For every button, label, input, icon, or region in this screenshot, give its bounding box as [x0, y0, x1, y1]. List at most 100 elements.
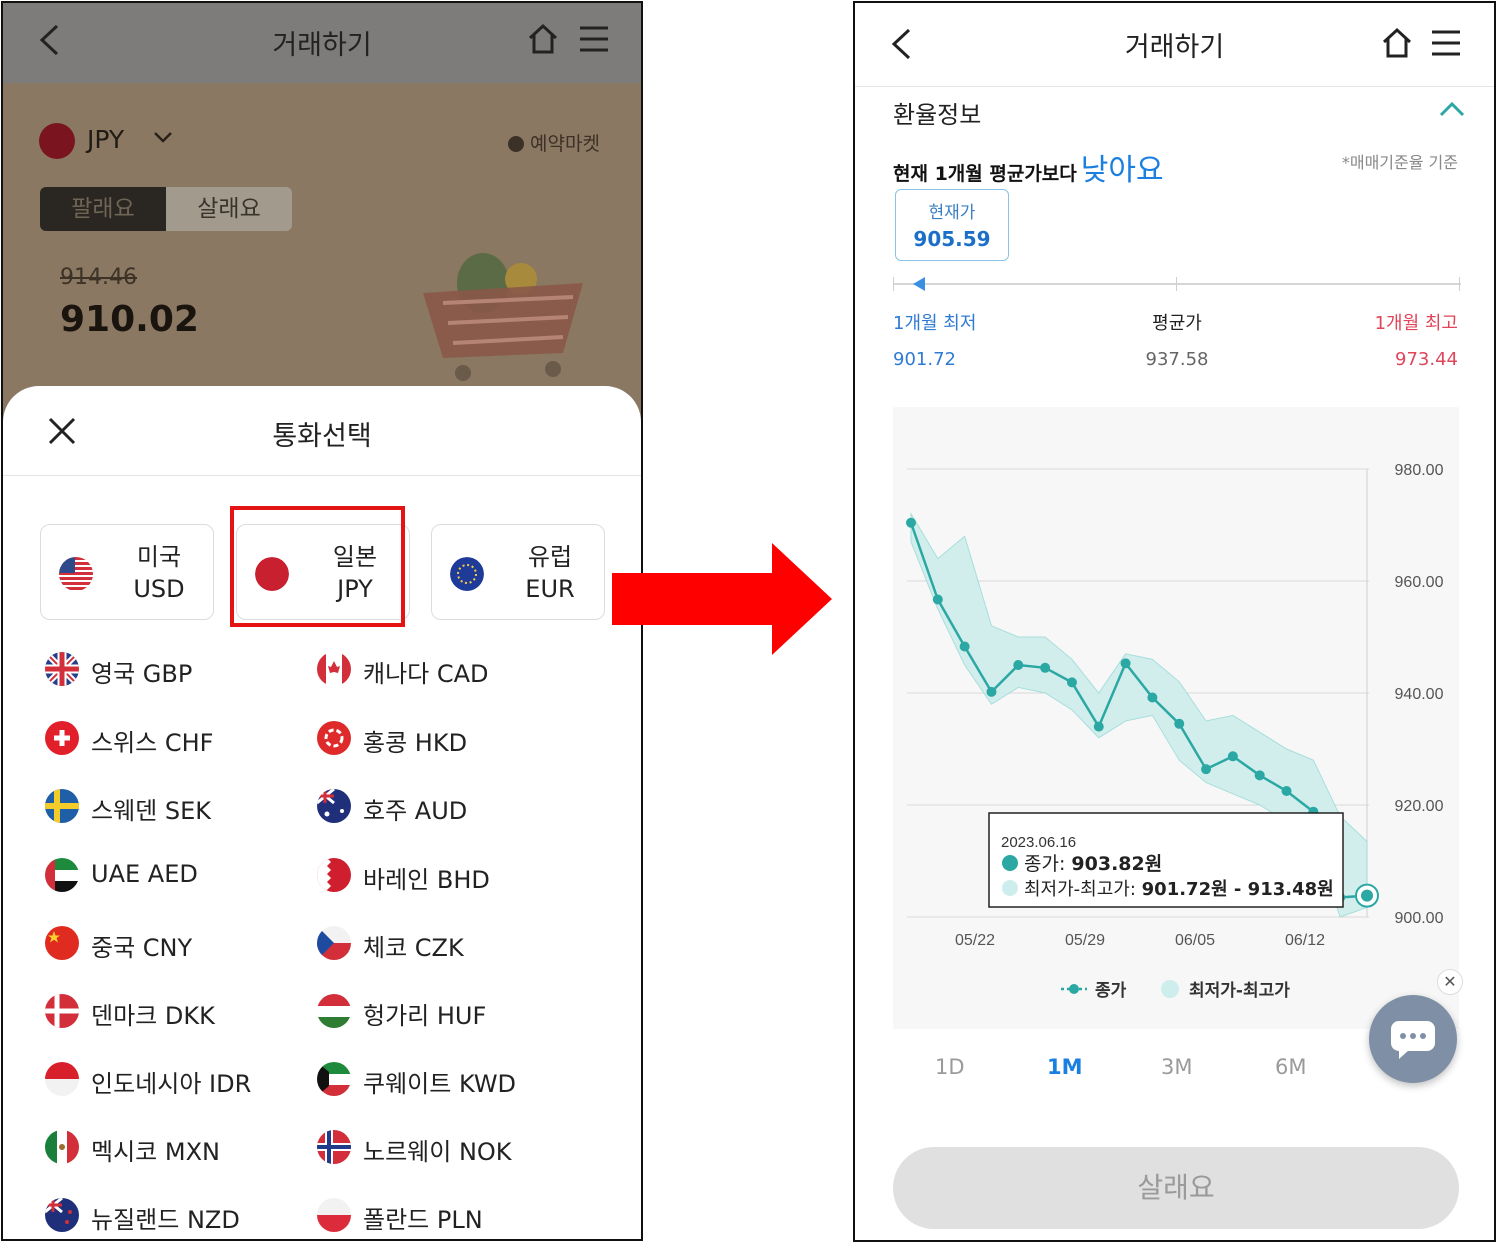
currency-select-sheet: 통화선택 미국USD 일본JPY 유럽EUR 영국 GBP 캐나다 CAD: [3, 386, 641, 1239]
data-point: [1013, 660, 1024, 670]
currency-card-usd[interactable]: 미국 USD: [40, 524, 214, 620]
sheet-title: 통화선택: [272, 421, 372, 452]
hk-flag-icon: [317, 721, 351, 755]
tab-sell[interactable]: 팔래요: [40, 187, 166, 231]
chevron-down-icon[interactable]: [153, 131, 173, 145]
range-tick: [1459, 277, 1460, 291]
comparison-text: 현재 1개월 평균가보다 낮아요: [893, 145, 1164, 189]
nz-flag-icon: [45, 1198, 79, 1232]
current-price-bubble: 현재가 905.59: [895, 189, 1009, 261]
exchange-rate-chart[interactable]: 980.00 960.00 940.00 920.00 900.00 05/22 05/29…: [893, 407, 1459, 1029]
se-flag-icon: [45, 789, 79, 823]
low-value: 901.72: [893, 349, 956, 370]
red-arrow-icon: [612, 543, 832, 655]
reserve-label: 예약마켓: [530, 133, 600, 155]
range-bar: [893, 283, 1461, 285]
pl-flag-icon: [317, 1198, 351, 1232]
data-point: [1120, 658, 1131, 669]
y-tick-label: 920.00: [1395, 798, 1444, 815]
hu-flag-icon: [317, 994, 351, 1028]
data-point: [959, 641, 970, 652]
card-name: 미국: [136, 543, 182, 571]
au-flag-icon: [317, 789, 351, 823]
tooltip-range-dot: [1002, 880, 1018, 896]
currency-selector[interactable]: JPY: [87, 125, 124, 154]
left-screen: 거래하기 JPY 예약마켓 팔래요 살래요 914.46 910.02 통화선택…: [1, 1, 643, 1241]
currency-label: 체코 CZK: [363, 934, 464, 962]
currency-label: 스위스 CHF: [91, 729, 214, 757]
jp-flag-icon: [39, 123, 75, 159]
data-point: [906, 517, 916, 528]
currency-label: UAE AED: [91, 860, 198, 888]
kw-flag-icon: [317, 1062, 351, 1096]
currency-label: 바레인 BHD: [363, 866, 490, 894]
legend-label: 종가: [1095, 981, 1127, 1001]
home-icon[interactable]: [527, 23, 559, 55]
avg-label: 평균가: [1152, 313, 1202, 334]
y-tick-label: 900.00: [1395, 910, 1444, 927]
period-6m[interactable]: 6M: [1275, 1055, 1306, 1079]
tooltip-close: 종가: 903.82원: [1024, 853, 1162, 875]
old-price: 914.46: [60, 265, 137, 290]
data-point: [1281, 786, 1292, 796]
data-point: [1361, 889, 1373, 902]
tooltip-close-dot: [1002, 855, 1018, 871]
right-screen: 거래하기 환율정보 현재 1개월 평균가보다 낮아요 *매매기준율 기준 현재가 …: [853, 1, 1496, 1242]
x-tick-label: 06/05: [1175, 932, 1215, 949]
reserve-market-link[interactable]: 예약마켓: [508, 129, 600, 156]
chatbot-button[interactable]: [1369, 995, 1457, 1083]
data-point: [986, 686, 997, 697]
menu-icon[interactable]: [579, 25, 609, 53]
id-flag-icon: [45, 1062, 79, 1096]
stat-high: 1개월 최고 973.44: [1375, 309, 1458, 370]
chart-panel: 980.00 960.00 940.00 920.00 900.00 05/22 05/29…: [893, 407, 1459, 1029]
range-tick: [893, 277, 894, 291]
currency-label: 호주 AUD: [363, 797, 468, 825]
tooltip-range: 최저가-최고가: 901.72원 - 913.48원: [1024, 879, 1334, 900]
menu-icon[interactable]: [1431, 29, 1461, 57]
shopping-cart-illustration: [423, 253, 583, 381]
current-label: 현재가: [928, 203, 976, 223]
stat-low: 1개월 최저 901.72: [893, 309, 976, 370]
current-value: 905.59: [913, 227, 991, 251]
tab-buy[interactable]: 살래요: [166, 187, 292, 231]
currency-label: 폴란드 PLN: [363, 1206, 483, 1234]
high-value: 973.44: [1395, 349, 1458, 370]
eu-flag-icon: [450, 557, 484, 591]
low-label: 1개월 최저: [893, 313, 977, 334]
x-tick-label: 06/12: [1285, 932, 1325, 949]
period-3m[interactable]: 3M: [1161, 1055, 1192, 1079]
legend-label: 최저가-최고가: [1189, 981, 1290, 1001]
ch-flag-icon: [45, 721, 79, 755]
cn-flag-icon: [45, 926, 79, 960]
currency-label: 쿠웨이트 KWD: [363, 1070, 517, 1098]
divider: [3, 475, 641, 476]
y-tick-label: 960.00: [1395, 574, 1444, 591]
data-point: [1147, 692, 1158, 703]
mx-flag-icon: [45, 1130, 79, 1164]
current-marker-icon: [913, 277, 925, 291]
stat-avg: 평균가 937.58: [1145, 309, 1209, 370]
home-icon[interactable]: [1381, 27, 1413, 59]
high-label: 1개월 최고: [1374, 313, 1458, 334]
currency-label: 중국 CNY: [91, 934, 193, 962]
comparison-emphasis: 낮아요: [1080, 153, 1164, 188]
cz-flag-icon: [317, 926, 351, 960]
no-flag-icon: [317, 1130, 351, 1164]
chevron-up-icon[interactable]: [1439, 101, 1465, 117]
data-point: [1254, 770, 1265, 781]
currency-card-eur[interactable]: 유럽 EUR: [431, 524, 605, 620]
data-point: [1093, 721, 1104, 732]
period-1d[interactable]: 1D: [935, 1055, 965, 1079]
buy-button[interactable]: 살래요: [893, 1147, 1459, 1229]
currency-label: 홍콩 HKD: [363, 729, 468, 757]
currency-label: 스웨덴 SEK: [91, 797, 212, 825]
gb-flag-icon: [45, 652, 79, 686]
current-price: 910.02: [60, 299, 199, 340]
currency-label: 헝가리 HUF: [363, 1002, 487, 1030]
chatbot-close-icon[interactable]: ✕: [1437, 969, 1463, 995]
card-code: USD: [133, 575, 185, 603]
chat-bubble-icon: [1391, 1021, 1435, 1059]
comparison-prefix: 현재 1개월 평균가보다: [893, 163, 1077, 185]
period-1m[interactable]: 1M: [1047, 1055, 1083, 1079]
